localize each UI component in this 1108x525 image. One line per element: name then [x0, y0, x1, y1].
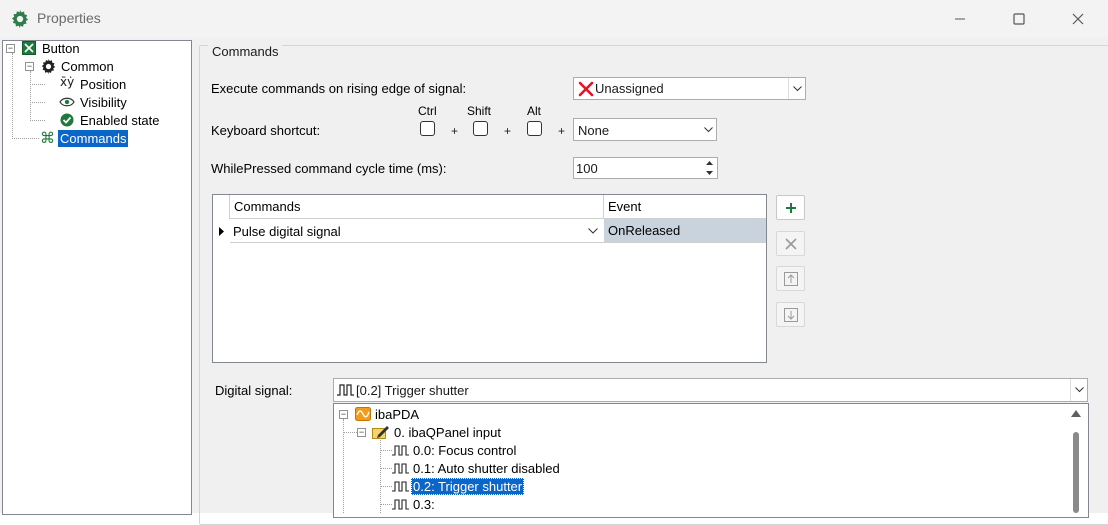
event-cell[interactable]: OnReleased: [604, 219, 766, 243]
ibapda-icon: [355, 407, 371, 421]
tree-line: [343, 432, 357, 433]
signal-item[interactable]: 0.1: Auto shutter disabled: [413, 461, 560, 476]
ctrl-label: Ctrl: [418, 104, 437, 118]
unassigned-icon: [578, 81, 594, 97]
minimize-button[interactable]: [937, 0, 983, 38]
collapse-icon[interactable]: −: [357, 428, 366, 437]
plus-sign: +: [558, 124, 566, 138]
tree-item-button[interactable]: Button: [42, 41, 80, 56]
tree-item-commands[interactable]: Commands: [58, 130, 129, 147]
close-button[interactable]: [1055, 0, 1101, 38]
gear-icon: [11, 10, 29, 28]
digital-signal-icon: [392, 445, 409, 456]
tree-line: [380, 468, 392, 469]
column-header-event[interactable]: Event: [604, 195, 766, 219]
tree-line: [380, 486, 392, 487]
command-value: Pulse digital signal: [233, 224, 341, 239]
key-value: None: [578, 123, 610, 138]
tree-item-visibility[interactable]: Visibility: [80, 95, 127, 110]
tree-line: [12, 138, 39, 139]
alt-checkbox[interactable]: [527, 121, 542, 136]
command-icon: ⌘: [40, 129, 55, 147]
eye-icon: [59, 97, 75, 107]
move-up-button[interactable]: [776, 266, 805, 291]
signal-tree-group[interactable]: 0. ibaQPanel input: [394, 425, 501, 440]
signal-item-selected[interactable]: 0.2: Trigger shutter: [411, 478, 525, 495]
chevron-down-icon: [1070, 379, 1087, 401]
cycle-time-value: 100: [576, 161, 598, 176]
input-module-icon: [372, 426, 389, 439]
chevron-down-icon: [788, 78, 805, 99]
move-up-icon: [783, 271, 798, 286]
tree-line: [12, 53, 13, 139]
xy-icon: x̄ẏ: [60, 75, 75, 89]
row-header-corner: [213, 195, 230, 219]
shift-label: Shift: [467, 104, 492, 118]
tree-line: [30, 71, 31, 121]
digital-signal-icon: [337, 384, 354, 396]
check-circle-icon: [60, 113, 74, 127]
move-down-icon: [783, 307, 798, 322]
button-icon: [22, 41, 36, 55]
delete-button[interactable]: [776, 231, 805, 256]
delete-icon: [784, 237, 797, 250]
add-button[interactable]: [776, 195, 805, 220]
tree-item-enabled-state[interactable]: Enabled state: [80, 113, 160, 128]
close-icon: [1072, 13, 1084, 25]
tree-line: [343, 419, 344, 513]
rising-edge-select[interactable]: Unassigned: [573, 77, 806, 100]
maximize-button[interactable]: [996, 0, 1042, 38]
digital-signal-icon: [392, 463, 409, 474]
add-icon: [785, 202, 796, 213]
cycle-time-label: WhilePressed command cycle time (ms):: [211, 161, 447, 176]
signal-item[interactable]: 0.3:: [413, 497, 435, 512]
ctrl-checkbox[interactable]: [420, 121, 435, 136]
signal-tree-root[interactable]: ibaPDA: [375, 407, 419, 422]
row-pointer-icon: [213, 219, 230, 243]
scrollbar-thumb[interactable]: [1073, 432, 1079, 513]
digital-signal-select[interactable]: [0.2] Trigger shutter: [333, 378, 1088, 402]
command-cell[interactable]: Pulse digital signal: [230, 219, 604, 243]
tree-line: [30, 120, 45, 121]
tree-line: [380, 437, 381, 513]
chevron-down-icon: [700, 119, 716, 140]
spin-up-icon[interactable]: [702, 158, 717, 168]
cycle-time-spinner[interactable]: 100: [573, 157, 718, 179]
collapse-icon[interactable]: −: [25, 62, 34, 71]
tree-line: [30, 102, 45, 103]
column-header-commands[interactable]: Commands: [230, 195, 604, 219]
tree-line: [30, 84, 45, 85]
digital-signal-icon: [392, 481, 409, 492]
rising-edge-label: Execute commands on rising edge of signa…: [211, 81, 467, 96]
plus-sign: +: [504, 124, 512, 138]
alt-label: Alt: [527, 104, 542, 118]
shift-checkbox[interactable]: [473, 121, 488, 136]
tree-line: [380, 504, 392, 505]
chevron-down-icon: [588, 228, 598, 234]
group-title: Commands: [208, 44, 283, 59]
keyboard-label: Keyboard shortcut:: [211, 123, 321, 138]
collapse-icon[interactable]: −: [339, 410, 348, 419]
window-title: Properties: [37, 10, 101, 26]
digital-signal-icon: [392, 499, 409, 510]
digital-signal-label: Digital signal:: [215, 383, 293, 398]
move-down-button[interactable]: [776, 302, 805, 327]
tree-item-common[interactable]: Common: [61, 59, 114, 74]
tree-item-position[interactable]: Position: [80, 77, 126, 92]
digital-signal-value: [0.2] Trigger shutter: [356, 383, 469, 398]
collapse-icon[interactable]: −: [6, 44, 15, 53]
scroll-up-icon[interactable]: [1071, 410, 1081, 417]
spin-down-icon[interactable]: [702, 168, 717, 178]
minimize-icon: [955, 18, 965, 20]
rising-edge-value: Unassigned: [595, 81, 664, 96]
maximize-icon: [1013, 13, 1025, 25]
tree-line: [380, 450, 392, 451]
gear-icon: [41, 59, 56, 74]
signal-item[interactable]: 0.0: Focus control: [413, 443, 516, 458]
key-select[interactable]: None: [573, 118, 717, 141]
plus-sign: +: [451, 124, 459, 138]
